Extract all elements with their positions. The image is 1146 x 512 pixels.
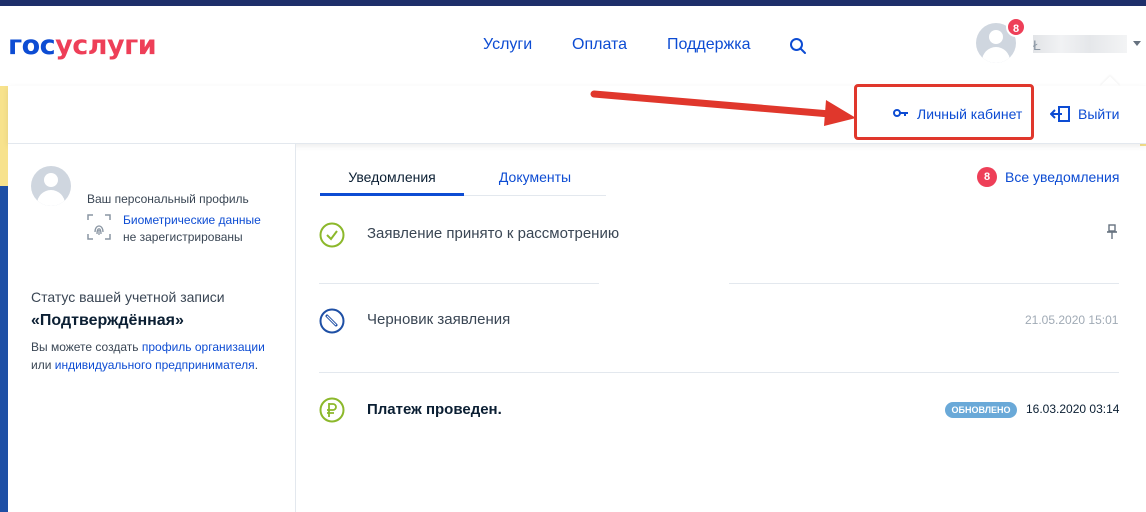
logout-label: Выйти <box>1078 106 1120 122</box>
background-edge <box>0 86 8 512</box>
profile-avatar[interactable] <box>31 166 71 206</box>
tab-documents[interactable]: Документы <box>464 169 606 185</box>
pin-icon[interactable] <box>1106 224 1118 240</box>
logout-icon <box>1050 106 1070 122</box>
fingerprint-icon <box>87 214 111 240</box>
biometric-data-link[interactable]: Биометрические данные <box>123 213 261 227</box>
biometric-status: не зарегистрированы <box>123 230 243 244</box>
search-icon[interactable] <box>789 37 807 55</box>
notification-title[interactable]: Платеж проведен. <box>367 401 502 418</box>
ruble-circle-icon <box>319 397 345 423</box>
nav-payment[interactable]: Оплата <box>572 36 627 54</box>
notification-title[interactable]: Черновик заявления <box>367 311 510 328</box>
organization-profile-link[interactable]: профиль организации <box>142 340 265 354</box>
profile-caption: Ваш персональный профиль <box>87 192 249 206</box>
entrepreneur-profile-link[interactable]: индивидуального предпринимателя <box>55 358 255 372</box>
check-circle-icon <box>319 222 345 248</box>
site-header: госуслуги Услуги Оплата Поддержка 8 Ł <box>0 6 1146 86</box>
notification-date: 21.05.2020 15:01 <box>1025 313 1119 327</box>
updated-badge: ОБНОВЛЕНО <box>945 402 1017 418</box>
annotation-arrow <box>590 90 856 126</box>
account-status-caption: Статус вашей учетной записи <box>31 289 225 305</box>
pencil-circle-icon <box>319 308 345 334</box>
active-tab-indicator <box>320 193 464 196</box>
notification-date: 16.03.2020 03:14 <box>1026 402 1120 416</box>
profile-hint-line-2: или индивидуального предпринимателя. <box>31 358 259 372</box>
all-notifications-link[interactable]: Все уведомления <box>1005 169 1119 185</box>
notification-count-badge[interactable]: 8 <box>1006 17 1026 37</box>
nav-support[interactable]: Поддержка <box>667 36 750 54</box>
notification-title[interactable]: Заявление принято к рассмотрению <box>367 225 619 242</box>
notification-divider <box>319 372 1119 373</box>
nav-services[interactable]: Услуги <box>483 36 532 54</box>
all-notifications-count-badge[interactable]: 8 <box>977 167 997 187</box>
account-status-value: «Подтверждённая» <box>31 312 184 329</box>
notification-divider <box>319 283 599 284</box>
tab-notifications[interactable]: Уведомления <box>320 169 464 185</box>
profile-hint-line-1: Вы можете создать профиль организации <box>31 340 265 354</box>
notification-divider <box>729 283 1119 284</box>
user-name-blurred[interactable]: Ł <box>1033 35 1127 53</box>
gosuslugi-logo[interactable]: госуслуги <box>8 30 157 61</box>
chevron-down-icon[interactable] <box>1133 41 1141 46</box>
annotation-highlight-box <box>854 84 1034 140</box>
